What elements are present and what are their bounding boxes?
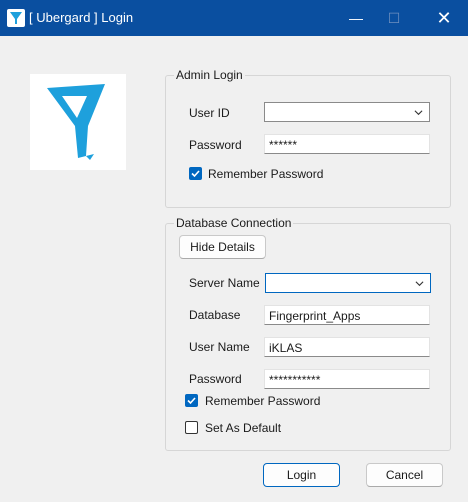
login-button[interactable]: Login xyxy=(263,463,340,487)
cancel-button[interactable]: Cancel xyxy=(366,463,443,487)
set-default-label[interactable]: Set As Default xyxy=(205,421,281,435)
db-password-input[interactable]: *********** xyxy=(264,369,430,389)
ubergard-logo-image xyxy=(30,74,126,170)
ubergard-logo-icon xyxy=(47,84,105,160)
user-name-input[interactable]: iKLAS xyxy=(264,337,430,357)
admin-login-legend: Admin Login xyxy=(174,68,245,82)
admin-password-label: Password xyxy=(189,138,242,152)
app-logo-icon xyxy=(7,9,25,27)
user-id-dropdown[interactable] xyxy=(264,102,430,122)
close-button[interactable]: ✕ xyxy=(422,0,466,36)
window-title: [ Ubergard ] Login xyxy=(29,10,134,25)
user-id-label: User ID xyxy=(189,106,230,120)
database-label: Database xyxy=(189,308,241,322)
db-remember-checkbox[interactable] xyxy=(185,394,198,407)
chevron-down-icon xyxy=(414,110,423,116)
database-input[interactable]: Fingerprint_Apps xyxy=(264,305,430,325)
checkmark-icon xyxy=(191,170,200,178)
server-name-dropdown[interactable] xyxy=(265,273,431,293)
hide-details-button[interactable]: Hide Details xyxy=(179,235,266,259)
user-name-label: User Name xyxy=(189,340,250,354)
db-password-label: Password xyxy=(189,372,242,386)
set-default-checkbox[interactable] xyxy=(185,421,198,434)
admin-remember-label[interactable]: Remember Password xyxy=(208,167,323,181)
db-remember-label[interactable]: Remember Password xyxy=(205,394,320,408)
admin-password-input[interactable]: ****** xyxy=(264,134,430,154)
database-connection-legend: Database Connection xyxy=(174,216,294,230)
chevron-down-icon xyxy=(415,281,424,287)
admin-remember-checkbox[interactable] xyxy=(189,167,202,180)
server-name-label: Server Name xyxy=(189,276,260,290)
maximize-button[interactable]: ☐ xyxy=(372,0,416,36)
checkmark-icon xyxy=(187,397,196,405)
title-bar: [ Ubergard ] Login — ☐ ✕ xyxy=(0,0,468,36)
